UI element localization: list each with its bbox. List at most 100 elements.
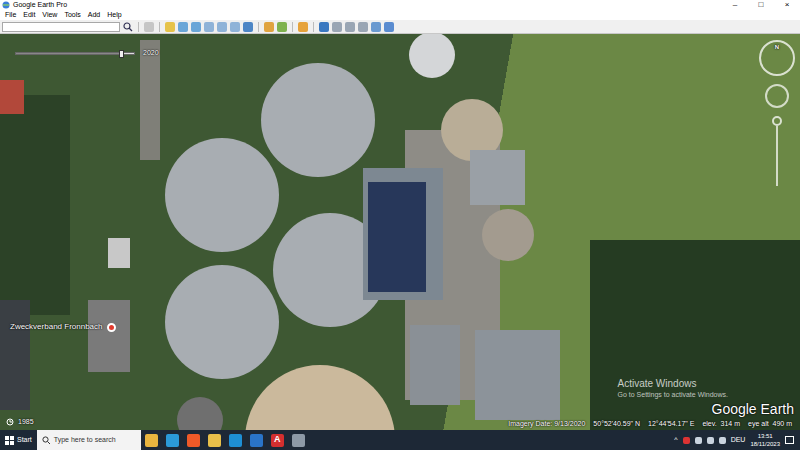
toolbar-button-icon[interactable] xyxy=(358,22,368,32)
look-joystick-icon[interactable] xyxy=(765,84,789,108)
status-imagery-date: Imagery Date: 9/13/2020 xyxy=(508,419,585,428)
historical-imagery[interactable]: 1985 xyxy=(6,417,34,428)
menu-bar: File Edit View Tools Add Help xyxy=(0,10,800,20)
map-view[interactable]: 2020 Zweckverband Fronnbach 1985 N Activate … xyxy=(0,34,800,430)
search-field[interactable] xyxy=(2,22,120,32)
building-shape xyxy=(88,300,130,372)
tray-icon[interactable] xyxy=(719,437,726,444)
toolbar-button-icon[interactable] xyxy=(230,22,240,32)
toolbar-button-icon[interactable] xyxy=(243,22,253,32)
toolbar-button-icon[interactable] xyxy=(371,22,381,32)
toolbar-button-icon[interactable] xyxy=(204,22,214,32)
time-slider[interactable]: 2020 xyxy=(15,48,159,59)
status-line: Imagery Date: 9/13/2020 50°52'40.59" N 12°… xyxy=(508,419,792,428)
tank-shape xyxy=(261,63,375,177)
road-shape xyxy=(140,40,160,160)
status-lat: 50°52'40.59" N xyxy=(593,419,640,428)
toolbar-separator xyxy=(258,22,259,32)
arena-shape xyxy=(245,365,395,430)
menu-item[interactable]: Help xyxy=(107,10,121,20)
toolbar-button-icon[interactable] xyxy=(384,22,394,32)
navigation-controls: N xyxy=(759,40,795,186)
menu-item[interactable]: View xyxy=(42,10,57,20)
toolbar-separator xyxy=(138,22,139,32)
toolbar-button-icon[interactable] xyxy=(165,22,175,32)
menu-item[interactable]: Edit xyxy=(23,10,35,20)
toolbar-button-icon[interactable] xyxy=(319,22,329,32)
taskbar-app-icon[interactable] xyxy=(292,434,305,447)
taskbar-app-icon[interactable] xyxy=(208,434,221,447)
placemark[interactable]: Zweckverband Fronnbach xyxy=(10,321,116,333)
tank-shape xyxy=(482,209,534,261)
tank-shape xyxy=(177,397,223,430)
taskbar-app-icon[interactable] xyxy=(145,434,158,447)
toolbar-button-icon[interactable] xyxy=(264,22,274,32)
zoom-slider[interactable] xyxy=(772,116,782,186)
trees-shape xyxy=(0,95,70,315)
clock-date: 18/11/2023 xyxy=(750,440,780,448)
window-control[interactable]: × xyxy=(774,0,800,10)
toolbar-separator xyxy=(292,22,293,32)
window-title: Google Earth Pro xyxy=(10,0,722,10)
taskbar-search-text: Type here to search xyxy=(54,435,116,446)
compass-label: N xyxy=(761,43,793,52)
slider-fill xyxy=(16,53,122,54)
notification-icon xyxy=(785,436,794,445)
toolbar-button-icon[interactable] xyxy=(345,22,355,32)
taskbar-search[interactable]: Type here to search xyxy=(37,430,141,450)
roof-shape xyxy=(0,80,24,114)
tray-icon[interactable] xyxy=(683,437,690,444)
placemark-pin-icon[interactable] xyxy=(107,323,116,332)
zoom-track xyxy=(776,126,778,186)
clock-time: 13:51 xyxy=(750,432,780,440)
toolbar-button-icon[interactable] xyxy=(217,22,227,32)
status-elev: elev. 314 m xyxy=(702,419,740,428)
toolbar-button-icon[interactable] xyxy=(178,22,188,32)
system-tray: ^ DEU 13:5118/11/2023 xyxy=(674,432,800,448)
toolbar-button-icon[interactable] xyxy=(144,22,154,32)
tray-expand[interactable]: ^ xyxy=(674,435,677,446)
status-eye-alt: eye alt 490 m xyxy=(748,419,792,428)
window-control[interactable]: – xyxy=(722,0,748,10)
taskbar-app-icon[interactable] xyxy=(187,434,200,447)
compass[interactable]: N xyxy=(759,40,795,76)
menu-item[interactable]: Tools xyxy=(64,10,80,20)
building-shape xyxy=(108,238,130,268)
tray-icon[interactable] xyxy=(695,437,702,444)
input-language[interactable]: DEU xyxy=(731,435,746,446)
window-control[interactable]: □ xyxy=(748,0,774,10)
title-bar: Google Earth Pro–□× xyxy=(0,0,800,10)
building-shape xyxy=(475,330,560,420)
slider-thumb[interactable] xyxy=(119,50,124,58)
menu-item[interactable]: File xyxy=(5,10,16,20)
search-icon xyxy=(42,436,50,444)
start-button[interactable]: Start xyxy=(0,430,37,450)
toolbar-separator xyxy=(313,22,314,32)
zoom-knob-icon[interactable] xyxy=(772,116,782,126)
tank-shape xyxy=(165,265,279,379)
slider-track[interactable] xyxy=(15,52,135,55)
taskbar-app-icon[interactable] xyxy=(166,434,179,447)
tank-shape xyxy=(165,138,279,252)
solar-panels-shape xyxy=(368,182,426,292)
tray-icon[interactable] xyxy=(707,437,714,444)
globe-icon xyxy=(2,1,10,9)
toolbar-button-icon[interactable] xyxy=(332,22,342,32)
slider-label: 2020 xyxy=(143,48,159,59)
clock[interactable]: 13:5118/11/2023 xyxy=(750,432,780,448)
activation-watermark: Activate WindowsGo to Settings to activa… xyxy=(618,378,729,399)
taskbar-app-icon[interactable] xyxy=(250,434,263,447)
taskbar-app-icon[interactable] xyxy=(229,434,242,447)
start-label: Start xyxy=(17,435,32,446)
toolbar-button-icon[interactable] xyxy=(277,22,287,32)
building-shape xyxy=(470,150,525,205)
adobe-app-icon[interactable]: A xyxy=(271,434,284,447)
toolbar-button-icon[interactable] xyxy=(191,22,201,32)
toolbar-button-icon[interactable] xyxy=(298,22,308,32)
clock-icon xyxy=(6,418,14,426)
taskbar: Start Type here to search A ^ DEU 13:5118/11/… xyxy=(0,430,800,450)
toolbar xyxy=(0,20,800,34)
windows-icon xyxy=(5,436,14,445)
status-lon: 12°44'54.17" E xyxy=(648,419,694,428)
menu-item[interactable]: Add xyxy=(88,10,100,20)
